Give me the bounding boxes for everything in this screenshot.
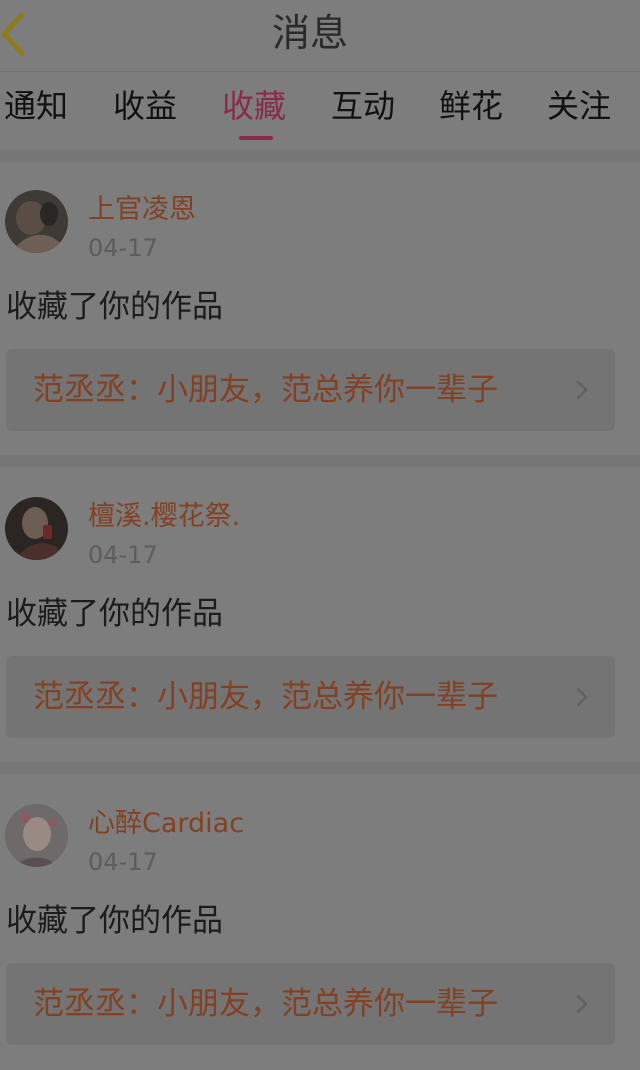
- list-item: 檀溪.樱花祭. 04-17 收藏了你的作品 范丞丞：小朋友，范总养你一辈子: [0, 469, 640, 759]
- action-text: 收藏了你的作品: [6, 596, 223, 632]
- page-title: 消息: [271, 11, 348, 55]
- username[interactable]: 上官凌恩: [88, 192, 196, 228]
- avatar[interactable]: [5, 497, 68, 560]
- work-title: 范丞丞：小朋友，范总养你一辈子: [33, 372, 498, 408]
- timestamp: 04-17: [88, 234, 158, 262]
- chevron-right-icon: [576, 687, 588, 707]
- tab-favorites[interactable]: 收藏: [222, 84, 286, 128]
- username[interactable]: 檀溪.樱花祭.: [88, 499, 240, 535]
- avatar-image: [5, 497, 68, 560]
- avatar-image: [5, 190, 68, 253]
- avatar[interactable]: [5, 804, 68, 867]
- work-title: 范丞丞：小朋友，范总养你一辈子: [33, 679, 498, 715]
- avatar-image: [5, 804, 68, 867]
- divider: [0, 150, 640, 162]
- divider: [0, 455, 640, 467]
- work-link[interactable]: 范丞丞：小朋友，范总养你一辈子: [6, 656, 615, 738]
- timestamp: 04-17: [88, 848, 158, 876]
- list-item: 心醉Cardiac 04-17 收藏了你的作品 范丞丞：小朋友，范总养你一辈子: [0, 776, 640, 1066]
- chevron-right-icon: [576, 380, 588, 400]
- active-tab-indicator: [239, 136, 273, 140]
- messages-page: 消息 通知 收益 收藏 互动 鲜花 关注 上官凌恩 04-17 收藏了你的作品 …: [0, 0, 640, 1070]
- work-link[interactable]: 范丞丞：小朋友，范总养你一辈子: [6, 963, 615, 1045]
- divider: [0, 762, 640, 774]
- tab-interactions[interactable]: 互动: [331, 84, 395, 128]
- list-item: 上官凌恩 04-17 收藏了你的作品 范丞丞：小朋友，范总养你一辈子: [0, 162, 640, 452]
- message-tabs: 通知 收益 收藏 互动 鲜花 关注: [0, 72, 640, 150]
- action-text: 收藏了你的作品: [6, 289, 223, 325]
- work-link[interactable]: 范丞丞：小朋友，范总养你一辈子: [6, 349, 615, 431]
- timestamp: 04-17: [88, 541, 158, 569]
- tab-notifications[interactable]: 通知: [4, 84, 68, 128]
- username[interactable]: 心醉Cardiac: [88, 806, 244, 842]
- tab-earnings[interactable]: 收益: [113, 84, 177, 128]
- action-text: 收藏了你的作品: [6, 903, 223, 939]
- work-title: 范丞丞：小朋友，范总养你一辈子: [33, 986, 498, 1022]
- tab-flowers[interactable]: 鲜花: [439, 84, 503, 128]
- tab-follows[interactable]: 关注: [547, 84, 611, 128]
- avatar[interactable]: [5, 190, 68, 253]
- top-bar: 消息: [0, 0, 640, 72]
- chevron-right-icon: [576, 994, 588, 1014]
